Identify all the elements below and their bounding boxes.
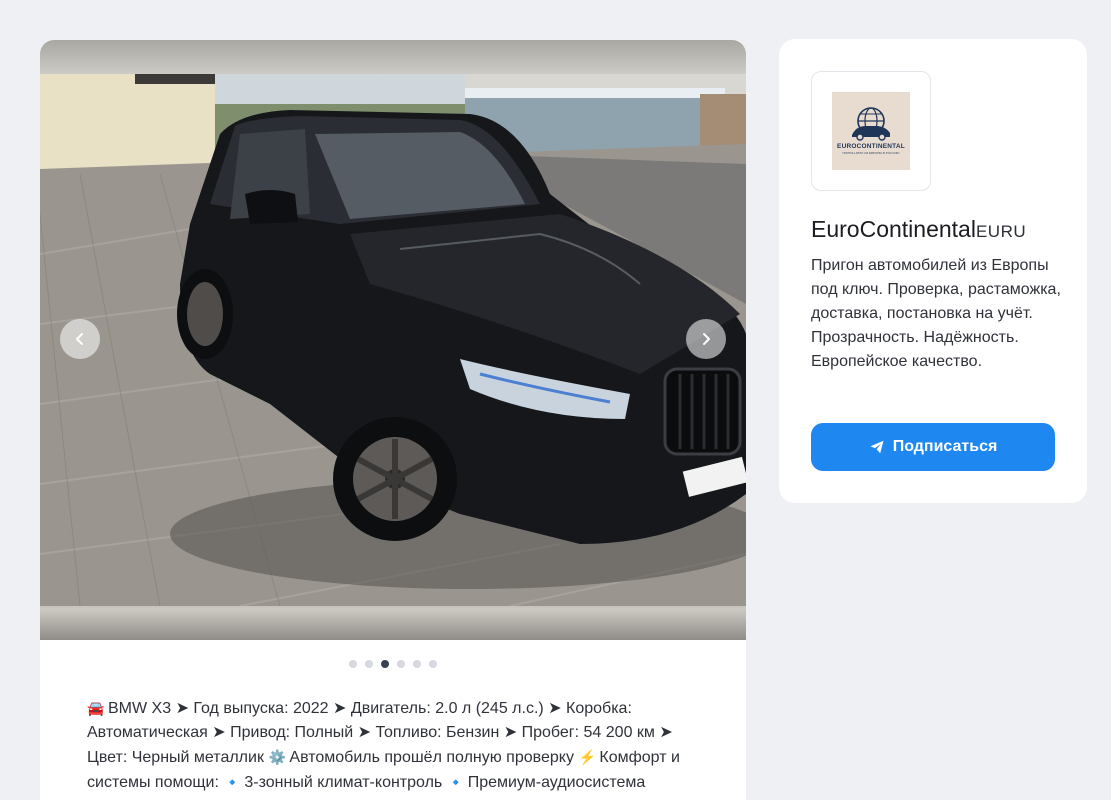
subscribe-button[interactable]: Подписаться xyxy=(811,423,1055,471)
channel-avatar[interactable]: EUROCONTINENTAL ПРИГОН АВТО ИЗ ЕВРОПЫ В … xyxy=(811,71,931,191)
gallery-dot[interactable] xyxy=(365,660,373,668)
channel-description: Пригон автомобилей из Европы под ключ. П… xyxy=(811,257,1061,370)
post-text-segment: 3-зонный климат-контроль xyxy=(244,774,447,791)
channel-card: EUROCONTINENTAL ПРИГОН АВТО ИЗ ЕВРОПЫ В … xyxy=(779,39,1087,503)
diamond-emoji-icon: 🔹 xyxy=(446,774,465,790)
channel-tag: EURU xyxy=(975,222,1027,241)
post-card: 🚘 BMW X3 ➤ Год выпуска: 2022 ➤ Двигатель:… xyxy=(40,40,746,800)
prev-photo-button[interactable] xyxy=(60,319,100,359)
gallery-dot[interactable] xyxy=(397,660,405,668)
gallery-dot[interactable] xyxy=(429,660,437,668)
channel-logo: EUROCONTINENTAL ПРИГОН АВТО ИЗ ЕВРОПЫ В … xyxy=(832,92,910,170)
post-text-segment: Автомобиль прошёл полную проверку xyxy=(289,749,579,766)
gallery-dot[interactable] xyxy=(413,660,421,668)
gallery-dot[interactable] xyxy=(381,660,389,668)
next-photo-button[interactable] xyxy=(686,319,726,359)
photo-gallery xyxy=(40,40,746,640)
gallery-dot[interactable] xyxy=(349,660,357,668)
post-text: 🚘 BMW X3 ➤ Год выпуска: 2022 ➤ Двигатель:… xyxy=(87,696,707,795)
globe-car-icon xyxy=(852,107,890,141)
car-emoji-icon: 🚘 xyxy=(87,700,105,716)
lightning-emoji-icon: ⚡ xyxy=(578,749,597,765)
channel-title[interactable]: EuroContinentalEURU xyxy=(811,216,1026,243)
post-text-segment: Премиум-аудиосистема xyxy=(467,774,646,791)
channel-name: EuroContinental xyxy=(811,216,976,242)
chevron-left-icon xyxy=(76,333,83,345)
subscribe-label: Подписаться xyxy=(892,438,998,455)
diamond-emoji-icon: 🔹 xyxy=(223,774,242,790)
car-photo-illustration xyxy=(40,74,746,606)
car-photo[interactable] xyxy=(40,74,746,606)
logo-tagline: ПРИГОН АВТО ИЗ ЕВРОПЫ В РОССИЮ xyxy=(842,151,900,155)
gear-emoji-icon: ⚙️ xyxy=(268,749,287,765)
logo-wordmark: EUROCONTINENTAL xyxy=(837,143,905,150)
chevron-right-icon xyxy=(703,333,710,345)
paper-plane-icon xyxy=(870,440,884,454)
gallery-pagination xyxy=(40,660,746,670)
